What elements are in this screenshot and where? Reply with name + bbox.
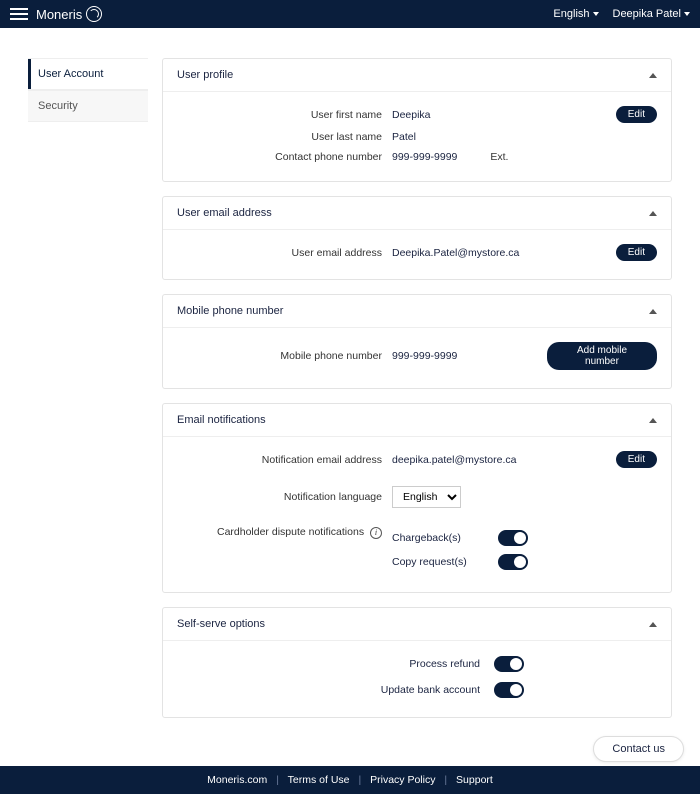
first-name-label: User first name bbox=[177, 109, 382, 121]
user-label: Deepika Patel bbox=[613, 8, 682, 20]
last-name-label: User last name bbox=[177, 131, 382, 143]
notification-email-row: Notification email address deepika.patel… bbox=[177, 447, 657, 472]
contact-phone-label: Contact phone number bbox=[177, 151, 382, 163]
dispute-toggles: Chargeback(s) Copy request(s) bbox=[392, 526, 537, 574]
chevron-up-icon bbox=[649, 622, 657, 627]
mobile-phone-card: Mobile phone number Mobile phone number … bbox=[162, 294, 672, 389]
footer: Moneris.com | Terms of Use | Privacy Pol… bbox=[0, 766, 700, 794]
chargeback-toggle[interactable] bbox=[498, 530, 528, 546]
notification-email-label: Notification email address bbox=[177, 454, 382, 466]
topbar-right: English Deepika Patel bbox=[553, 8, 690, 20]
contact-phone-row: Contact phone number 999-999-9999 Ext. bbox=[177, 147, 657, 167]
logo-swirl-icon bbox=[86, 6, 102, 22]
email-row: User email address Deepika.Patel@mystore… bbox=[177, 240, 657, 265]
dispute-notifications-row: Cardholder dispute notifications i Charg… bbox=[177, 522, 657, 578]
topbar-left: Moneris bbox=[10, 6, 102, 22]
self-serve-body: Process refund Update bank account bbox=[163, 641, 671, 717]
user-dropdown[interactable]: Deepika Patel bbox=[613, 8, 691, 20]
chevron-up-icon bbox=[649, 418, 657, 423]
notification-language-label: Notification language bbox=[177, 491, 382, 503]
mobile-phone-body: Mobile phone number 999-999-9999 Add mob… bbox=[163, 328, 671, 388]
mobile-row: Mobile phone number 999-999-9999 Add mob… bbox=[177, 338, 657, 374]
phone-number: 999-999-9999 bbox=[392, 151, 457, 163]
notification-language-value: English bbox=[392, 486, 537, 508]
user-email-card: User email address User email address De… bbox=[162, 196, 672, 280]
mobile-value: 999-999-9999 bbox=[392, 350, 537, 362]
language-label: English bbox=[553, 8, 589, 20]
refund-label: Process refund bbox=[310, 658, 480, 670]
mobile-phone-header[interactable]: Mobile phone number bbox=[163, 295, 671, 328]
copy-request-toggle[interactable] bbox=[498, 554, 528, 570]
ext-label: Ext. bbox=[490, 151, 508, 163]
footer-link-privacy[interactable]: Privacy Policy bbox=[370, 774, 435, 786]
main-area: User Account Security User profile User … bbox=[0, 28, 700, 738]
footer-separator: | bbox=[444, 774, 447, 786]
sidebar-item-security[interactable]: Security bbox=[28, 90, 148, 122]
refund-toggle[interactable] bbox=[494, 656, 524, 672]
edit-email-button[interactable]: Edit bbox=[616, 244, 657, 261]
brand-text: Moneris bbox=[36, 7, 82, 22]
brand-logo[interactable]: Moneris bbox=[36, 6, 102, 22]
card-title: Mobile phone number bbox=[177, 305, 283, 317]
email-notifications-header[interactable]: Email notifications bbox=[163, 404, 671, 437]
user-profile-header[interactable]: User profile bbox=[163, 59, 671, 92]
user-email-header[interactable]: User email address bbox=[163, 197, 671, 230]
chevron-up-icon bbox=[649, 309, 657, 314]
card-title: User profile bbox=[177, 69, 233, 81]
add-mobile-button[interactable]: Add mobile number bbox=[547, 342, 657, 370]
footer-link-terms[interactable]: Terms of Use bbox=[288, 774, 350, 786]
notification-language-row: Notification language English bbox=[177, 482, 657, 512]
self-serve-card: Self-serve options Process refund Update… bbox=[162, 607, 672, 718]
last-name-row: User last name Patel bbox=[177, 127, 657, 147]
chargeback-label: Chargeback(s) bbox=[392, 532, 482, 544]
email-label: User email address bbox=[177, 247, 382, 259]
language-dropdown[interactable]: English bbox=[553, 8, 598, 20]
content-area: User profile User first name Deepika Edi… bbox=[162, 58, 672, 718]
copy-request-label: Copy request(s) bbox=[392, 556, 482, 568]
chargeback-row: Chargeback(s) bbox=[392, 526, 537, 550]
dispute-notifications-label: Cardholder dispute notifications i bbox=[177, 526, 382, 539]
notification-language-select[interactable]: English bbox=[392, 486, 461, 508]
first-name-value: Deepika bbox=[392, 109, 537, 121]
notification-email-value: deepika.patel@mystore.ca bbox=[392, 454, 537, 466]
footer-link-support[interactable]: Support bbox=[456, 774, 493, 786]
edit-profile-button[interactable]: Edit bbox=[616, 106, 657, 123]
email-value: Deepika.Patel@mystore.ca bbox=[392, 247, 537, 259]
info-icon[interactable]: i bbox=[370, 527, 382, 539]
chevron-up-icon bbox=[649, 211, 657, 216]
refund-row: Process refund bbox=[177, 651, 657, 677]
footer-separator: | bbox=[276, 774, 279, 786]
contact-us-button[interactable]: Contact us bbox=[593, 736, 684, 762]
bank-row: Update bank account bbox=[177, 677, 657, 703]
chevron-up-icon bbox=[649, 73, 657, 78]
last-name-value: Patel bbox=[392, 131, 537, 143]
sidebar-item-user-account[interactable]: User Account bbox=[28, 58, 148, 90]
footer-separator: | bbox=[358, 774, 361, 786]
card-title: User email address bbox=[177, 207, 272, 219]
sidebar: User Account Security bbox=[28, 58, 148, 718]
bank-toggle[interactable] bbox=[494, 682, 524, 698]
copy-request-row: Copy request(s) bbox=[392, 550, 537, 574]
contact-area: Contact us bbox=[0, 738, 700, 766]
user-email-body: User email address Deepika.Patel@mystore… bbox=[163, 230, 671, 279]
top-bar: Moneris English Deepika Patel bbox=[0, 0, 700, 28]
mobile-label: Mobile phone number bbox=[177, 350, 382, 362]
chevron-down-icon bbox=[684, 12, 690, 16]
email-notifications-body: Notification email address deepika.patel… bbox=[163, 437, 671, 592]
self-serve-header[interactable]: Self-serve options bbox=[163, 608, 671, 641]
bank-label: Update bank account bbox=[310, 684, 480, 696]
card-title: Email notifications bbox=[177, 414, 266, 426]
first-name-row: User first name Deepika Edit bbox=[177, 102, 657, 127]
user-profile-card: User profile User first name Deepika Edi… bbox=[162, 58, 672, 182]
user-profile-body: User first name Deepika Edit User last n… bbox=[163, 92, 671, 181]
footer-link-site[interactable]: Moneris.com bbox=[207, 774, 267, 786]
edit-notification-email-button[interactable]: Edit bbox=[616, 451, 657, 468]
chevron-down-icon bbox=[593, 12, 599, 16]
contact-phone-value: 999-999-9999 Ext. bbox=[392, 151, 537, 163]
card-title: Self-serve options bbox=[177, 618, 265, 630]
menu-icon[interactable] bbox=[10, 8, 28, 20]
email-notifications-card: Email notifications Notification email a… bbox=[162, 403, 672, 593]
